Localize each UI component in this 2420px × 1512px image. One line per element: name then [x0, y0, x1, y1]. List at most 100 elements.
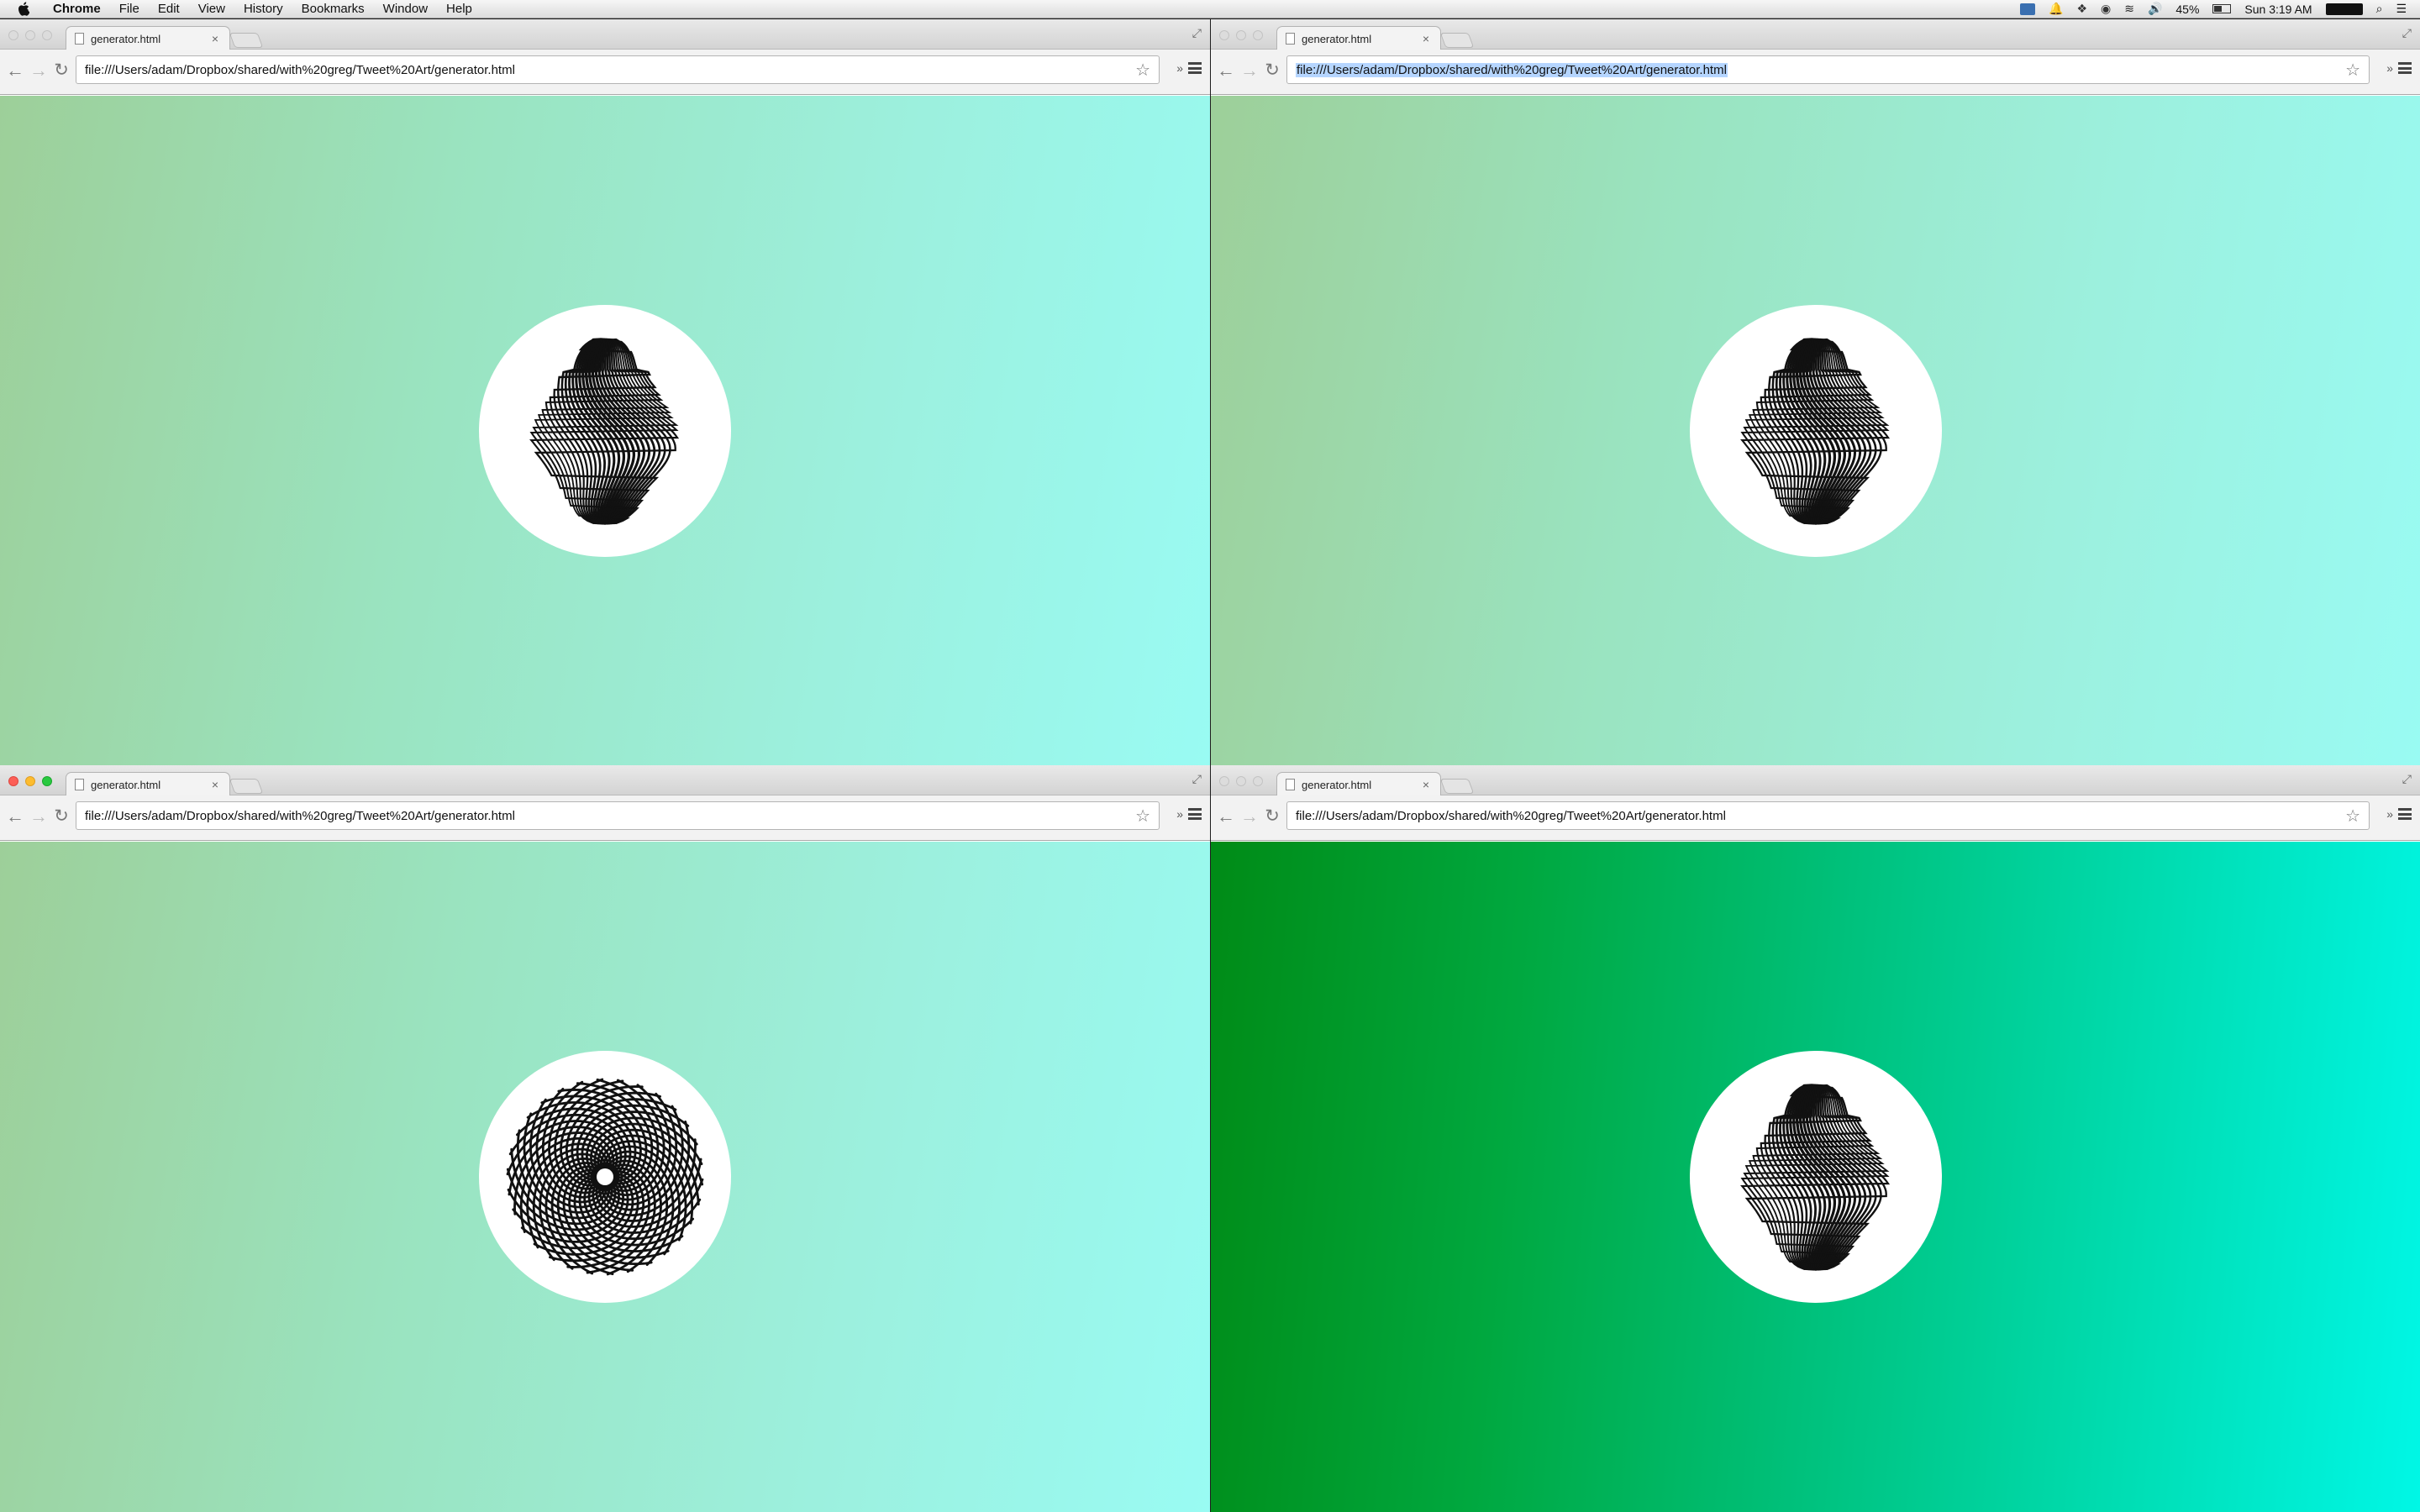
window-controls	[1219, 30, 1263, 40]
page-icon	[1286, 779, 1295, 790]
extensions-overflow-icon[interactable]: »	[1176, 807, 1183, 821]
fullscreen-icon[interactable]: ⤢	[1192, 772, 1202, 786]
battery-icon[interactable]	[2212, 4, 2232, 13]
tab-strip: generator.html × ⤢	[0, 19, 1210, 50]
minimize-window-button[interactable]	[25, 776, 35, 786]
tab-generator[interactable]: generator.html ×	[66, 772, 230, 796]
bookmark-star-icon[interactable]: ☆	[1135, 60, 1150, 81]
chrome-menu-icon[interactable]	[1188, 808, 1202, 820]
page-icon	[75, 779, 84, 790]
back-arrow-icon[interactable]: ←	[3, 59, 27, 82]
bookmark-star-icon[interactable]: ☆	[2345, 60, 2360, 81]
battery-percent: 45%	[2175, 2, 2200, 16]
chrome-menu-icon[interactable]	[1188, 62, 1202, 74]
address-url[interactable]: file:///Users/adam/Dropbox/shared/with%2…	[85, 809, 1135, 823]
notification-icon[interactable]: 🔔	[2049, 2, 2063, 16]
menu-bookmarks[interactable]: Bookmarks	[292, 0, 374, 18]
notification-center-icon[interactable]: ☰	[2396, 2, 2407, 16]
art-circle	[1689, 1051, 1942, 1303]
menu-view[interactable]: View	[189, 0, 234, 18]
tab-strip: generator.html × ⤢	[0, 765, 1210, 796]
user-menu[interactable]	[2325, 3, 2363, 15]
menu-app-chrome[interactable]: Chrome	[44, 0, 110, 18]
extensions-overflow-icon[interactable]: »	[1176, 61, 1183, 75]
tab-generator[interactable]: generator.html ×	[1276, 772, 1441, 796]
extensions-overflow-icon[interactable]: »	[2386, 807, 2393, 821]
address-url[interactable]: file:///Users/adam/Dropbox/shared/with%2…	[1296, 809, 2345, 823]
fullscreen-icon[interactable]: ⤢	[1192, 26, 1202, 40]
menu-bar: Chrome File Edit View History Bookmarks …	[0, 0, 2420, 18]
address-bar[interactable]: file:///Users/adam/Dropbox/shared/with%2…	[1286, 55, 2370, 84]
tab-close-icon[interactable]: ×	[209, 32, 221, 45]
reload-icon[interactable]: ↻	[50, 59, 73, 82]
reload-icon[interactable]: ↻	[1260, 805, 1284, 828]
spotlight-icon[interactable]: ⌕	[2376, 2, 2383, 16]
new-tab-button[interactable]	[1439, 33, 1475, 48]
minimize-window-button[interactable]	[25, 30, 35, 40]
bookmark-star-icon[interactable]: ☆	[1135, 806, 1150, 827]
zoom-window-button[interactable]	[42, 30, 52, 40]
tab-close-icon[interactable]: ×	[1420, 778, 1432, 791]
address-bar[interactable]: file:///Users/adam/Dropbox/shared/with%2…	[1286, 801, 2370, 830]
reload-icon[interactable]: ↻	[50, 805, 73, 828]
zoom-window-button[interactable]	[42, 776, 52, 786]
page-content	[0, 96, 1210, 765]
address-url-selected[interactable]: file:///Users/adam/Dropbox/shared/with%2…	[1296, 62, 1728, 77]
eye-icon[interactable]: ◉	[2101, 2, 2111, 16]
bookmark-star-icon[interactable]: ☆	[2345, 806, 2360, 827]
menu-history[interactable]: History	[234, 0, 292, 18]
back-arrow-icon[interactable]: ←	[1214, 59, 1238, 82]
address-bar[interactable]: file:///Users/adam/Dropbox/shared/with%2…	[76, 801, 1160, 830]
close-window-button[interactable]	[8, 30, 18, 40]
forward-arrow-icon[interactable]: →	[27, 805, 50, 828]
address-bar[interactable]: file:///Users/adam/Dropbox/shared/with%2…	[76, 55, 1160, 84]
forward-arrow-icon[interactable]: →	[27, 59, 50, 82]
tab-close-icon[interactable]: ×	[1420, 32, 1432, 45]
art-circle	[479, 304, 731, 557]
page-icon	[75, 33, 84, 45]
tab-title: generator.html	[91, 778, 161, 791]
close-window-button[interactable]	[8, 776, 18, 786]
clock[interactable]: Sun 3:19 AM	[2244, 3, 2312, 16]
volume-icon[interactable]: 🔊	[2148, 2, 2162, 16]
fullscreen-icon[interactable]: ⤢	[2402, 772, 2412, 786]
page-icon	[1286, 33, 1295, 45]
status-app-icon[interactable]	[2020, 3, 2035, 15]
zoom-window-button[interactable]	[1253, 776, 1263, 786]
fullscreen-icon[interactable]: ⤢	[2402, 26, 2412, 40]
forward-arrow-icon[interactable]: →	[1238, 59, 1261, 82]
browser-toolbar: ← → ↻ file:///Users/adam/Dropbox/shared/…	[0, 795, 1210, 841]
menu-window[interactable]: Window	[374, 0, 437, 18]
wifi-icon[interactable]: ≋	[2124, 2, 2134, 16]
reload-icon[interactable]: ↻	[1260, 59, 1284, 82]
close-window-button[interactable]	[1219, 30, 1229, 40]
page-content	[0, 842, 1210, 1512]
new-tab-button[interactable]	[229, 33, 264, 48]
address-url[interactable]: file:///Users/adam/Dropbox/shared/with%2…	[85, 63, 1135, 77]
menu-edit[interactable]: Edit	[149, 0, 189, 18]
new-tab-button[interactable]	[229, 779, 264, 794]
apple-icon[interactable]	[15, 1, 32, 18]
chrome-menu-icon[interactable]	[2398, 808, 2412, 820]
extensions-overflow-icon[interactable]: »	[2386, 61, 2393, 75]
new-tab-button[interactable]	[1439, 779, 1475, 794]
dropbox-icon[interactable]: ❖	[2076, 2, 2087, 16]
tab-close-icon[interactable]: ×	[209, 778, 221, 791]
back-arrow-icon[interactable]: ←	[1214, 805, 1238, 828]
menu-file[interactable]: File	[110, 0, 149, 18]
chrome-menu-icon[interactable]	[2398, 62, 2412, 74]
page-content	[1211, 96, 2420, 765]
art-circle	[479, 1051, 731, 1303]
forward-arrow-icon[interactable]: →	[1238, 805, 1261, 828]
close-window-button[interactable]	[1219, 776, 1229, 786]
tab-generator[interactable]: generator.html ×	[1276, 26, 1441, 50]
minimize-window-button[interactable]	[1236, 30, 1246, 40]
back-arrow-icon[interactable]: ←	[3, 805, 27, 828]
browser-toolbar: ← → ↻ file:///Users/adam/Dropbox/shared/…	[1211, 50, 2420, 95]
page-content	[1211, 842, 2420, 1512]
browser-window-top-left: generator.html × ⤢ ← → ↻ file:///Users/a…	[0, 19, 1210, 765]
minimize-window-button[interactable]	[1236, 776, 1246, 786]
zoom-window-button[interactable]	[1253, 30, 1263, 40]
menu-help[interactable]: Help	[437, 0, 481, 18]
tab-generator[interactable]: generator.html ×	[66, 26, 230, 50]
